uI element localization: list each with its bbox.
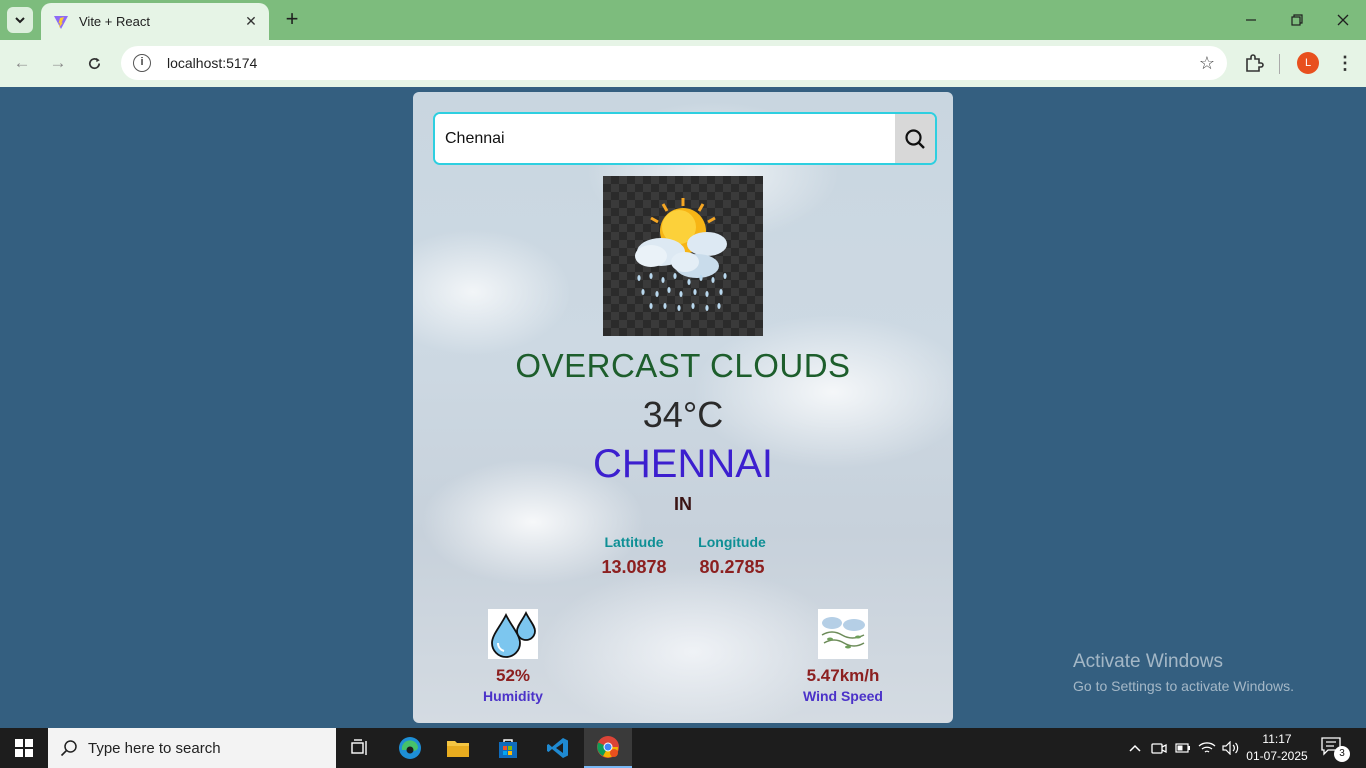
watermark-title: Activate Windows (1073, 651, 1223, 672)
info-icon[interactable]: i (133, 54, 151, 72)
clock[interactable]: 11:17 01-07-2025 (1244, 731, 1310, 765)
restore-icon[interactable] (1274, 6, 1320, 34)
longitude-value: 80.2785 (699, 557, 765, 577)
vite-icon (54, 15, 68, 29)
latitude-label: Lattitude (604, 534, 664, 550)
weather-card: OVERCAST CLOUDS 34°C CHENNAI IN Lattitud… (413, 92, 953, 723)
plus-icon[interactable]: + (280, 8, 304, 32)
wind-block: 5.47km/h Wind Speed (773, 609, 913, 704)
watermark-subtitle: Go to Settings to activate Windows. (1073, 678, 1294, 694)
clock-date: 01-07-2025 (1246, 749, 1308, 763)
vscode-icon[interactable] (534, 728, 582, 768)
humidity-icon (488, 609, 538, 659)
humidity-value: 52% (495, 666, 531, 685)
url-text[interactable]: localhost:5174 (167, 55, 1199, 71)
meet-now-icon[interactable] (1148, 728, 1170, 768)
wind-speed-value: 5.47km/h (806, 666, 880, 685)
edge-icon[interactable] (386, 728, 434, 768)
task-view-icon[interactable] (336, 728, 384, 768)
tab-search-button[interactable] (7, 7, 33, 33)
kebab-icon[interactable]: ⋮ (1336, 52, 1354, 74)
battery-icon[interactable] (1172, 728, 1194, 768)
search-icon (60, 740, 77, 757)
wind-icon (818, 609, 868, 659)
city-search-input[interactable] (435, 114, 895, 163)
forward-icon[interactable]: → (45, 50, 71, 76)
taskbar: Type here to search 11:17 01-07-2025 3 (0, 728, 1366, 768)
store-icon[interactable] (484, 728, 532, 768)
chevron-down-icon (15, 17, 25, 24)
close-window-icon[interactable] (1320, 6, 1366, 34)
notification-icon[interactable]: 3 (1320, 736, 1350, 762)
back-icon[interactable]: ← (9, 50, 35, 76)
wifi-icon[interactable] (1196, 728, 1218, 768)
minimize-icon[interactable] (1228, 6, 1274, 34)
weather-description: OVERCAST CLOUDS (515, 347, 851, 384)
activate-windows-watermark: Activate Windows Go to Settings to activ… (1073, 651, 1294, 694)
longitude-block: Longitude 80.2785 (682, 534, 782, 578)
browser-tab-bar: Vite + React ✕ + (0, 0, 1366, 40)
city-name: CHENNAI (592, 442, 774, 486)
tab-title: Vite + React (79, 14, 150, 29)
start-button[interactable] (0, 728, 48, 768)
longitude-label: Longitude (698, 534, 766, 550)
extensions-icon[interactable] (1243, 52, 1265, 74)
profile-avatar[interactable]: L (1297, 52, 1319, 74)
weather-icon (603, 176, 763, 336)
browser-toolbar: ← → i localhost:5174 ☆ L ⋮ (0, 40, 1366, 87)
browser-tab[interactable]: Vite + React ✕ (41, 3, 269, 40)
humidity-block: 52% Humidity (443, 609, 583, 704)
temperature: 34°C (642, 394, 724, 435)
chrome-icon[interactable] (584, 728, 632, 768)
windows-icon (15, 739, 33, 757)
city-search-box (433, 112, 937, 165)
volume-icon[interactable] (1220, 728, 1242, 768)
search-icon (905, 128, 925, 149)
humidity-label: Humidity (483, 688, 543, 704)
clock-time: 11:17 (1262, 732, 1292, 746)
notification-badge: 3 (1334, 746, 1350, 762)
close-icon[interactable]: ✕ (243, 13, 259, 30)
tray-overflow-icon[interactable] (1124, 728, 1146, 768)
taskbar-search-placeholder: Type here to search (88, 739, 221, 757)
latitude-value: 13.0878 (601, 557, 667, 577)
file-explorer-icon[interactable] (434, 728, 482, 768)
latitude-block: Lattitude 13.0878 (584, 534, 684, 578)
taskbar-search[interactable]: Type here to search (48, 728, 336, 768)
country-code: IN (674, 494, 692, 514)
toolbar-divider (1279, 54, 1280, 74)
search-button[interactable] (895, 114, 935, 163)
reload-icon[interactable] (81, 50, 107, 76)
address-bar[interactable]: i localhost:5174 ☆ (121, 46, 1227, 80)
wind-speed-label: Wind Speed (803, 688, 883, 704)
star-icon[interactable]: ☆ (1199, 53, 1215, 74)
